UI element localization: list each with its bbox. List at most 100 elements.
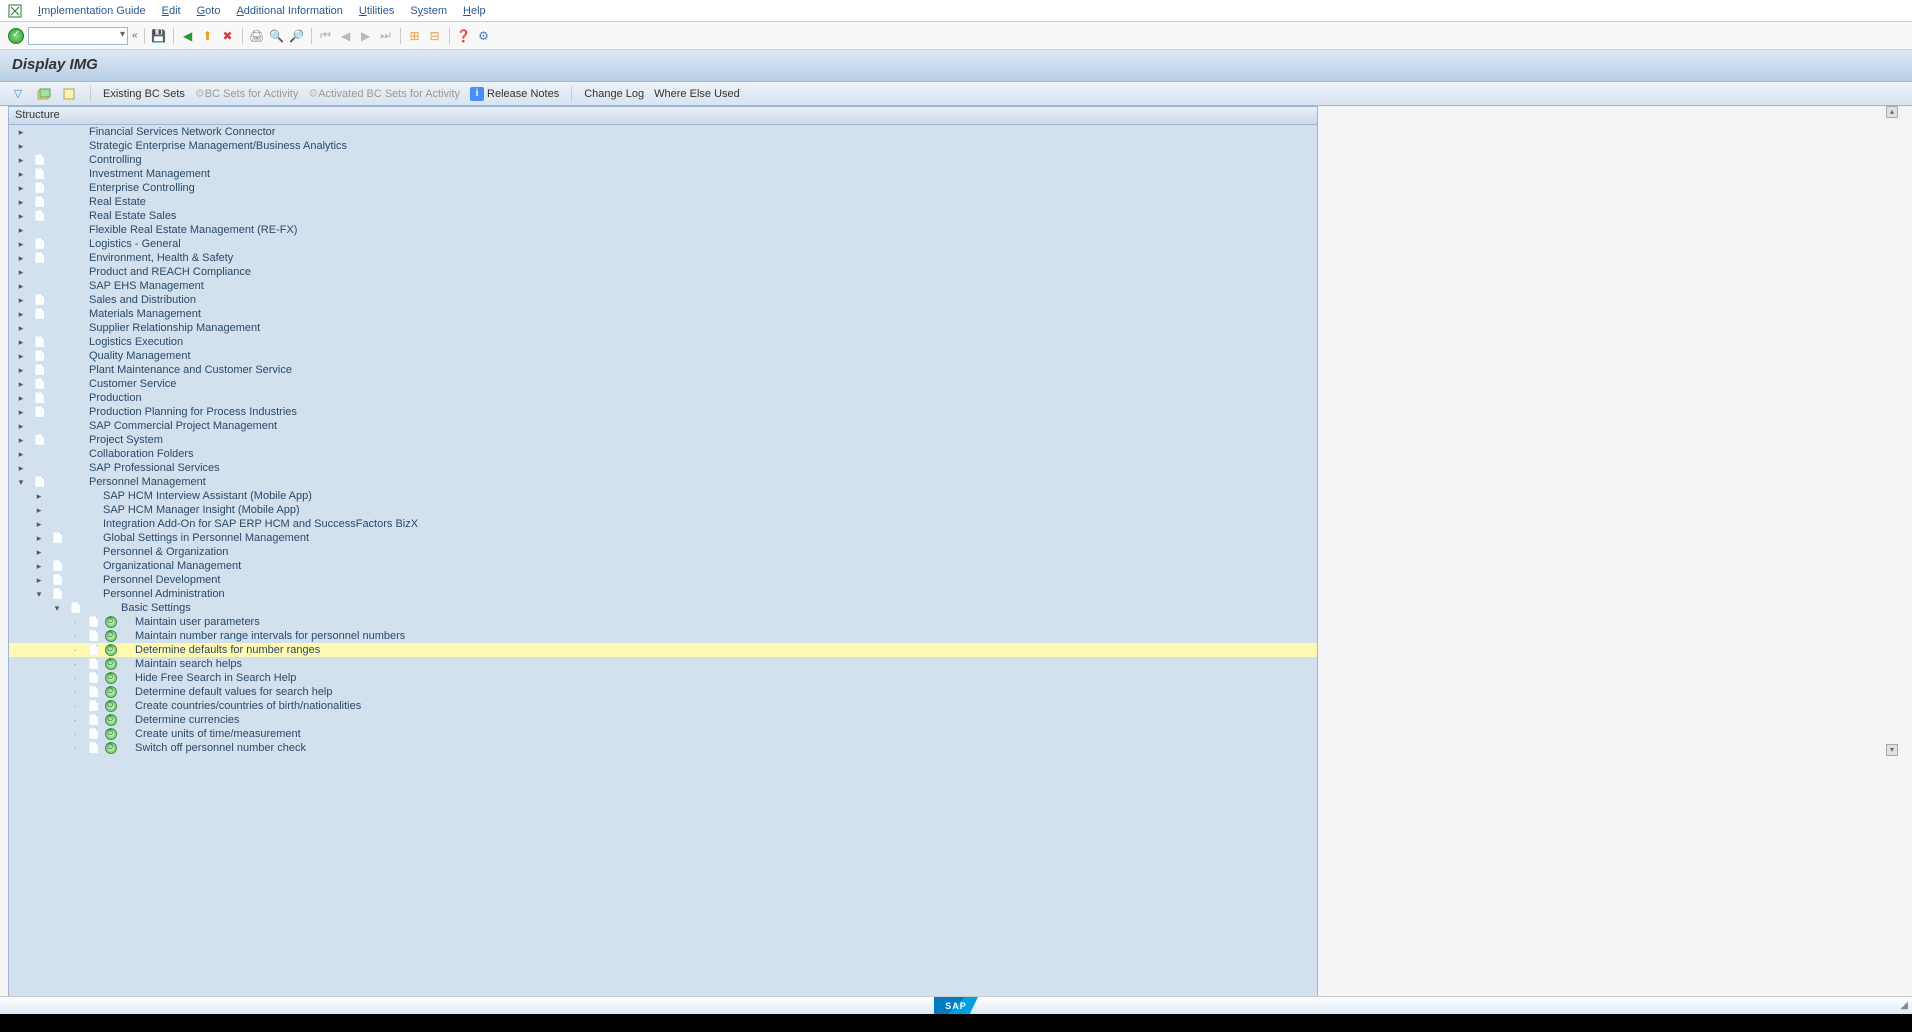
img-activity-doc-icon[interactable] [69, 602, 83, 614]
command-field[interactable] [28, 27, 128, 45]
expand-node-icon[interactable] [15, 351, 27, 362]
img-activity-doc-icon[interactable] [33, 476, 47, 488]
expand-node-icon[interactable] [15, 281, 27, 292]
img-activity-doc-icon[interactable] [33, 210, 47, 222]
expand-node-icon[interactable] [33, 491, 45, 502]
expand-node-icon[interactable] [15, 253, 27, 264]
expand-node-icon[interactable] [15, 323, 27, 334]
tree-row[interactable]: Strategic Enterprise Management/Business… [9, 139, 1317, 153]
where-else-link[interactable]: Where Else Used [654, 88, 740, 100]
img-activity-doc-icon[interactable] [33, 434, 47, 446]
expand-node-icon[interactable] [15, 197, 27, 208]
expand-all-icon[interactable]: ▽ [10, 87, 26, 101]
customize-icon[interactable]: ⚙ [476, 28, 492, 44]
save-icon[interactable]: 💾 [151, 28, 167, 44]
where-used-icon[interactable] [62, 87, 78, 101]
menu-utilities[interactable]: Utilities [359, 5, 394, 17]
cancel-icon[interactable]: ✖ [220, 28, 236, 44]
tree-row[interactable]: Materials Management [9, 307, 1317, 321]
expand-node-icon[interactable] [15, 127, 27, 138]
execute-activity-icon[interactable] [105, 742, 117, 754]
collapse-node-icon[interactable] [15, 477, 27, 488]
tree-row[interactable]: Production [9, 391, 1317, 405]
tree-row[interactable]: Customer Service [9, 377, 1317, 391]
execute-activity-icon[interactable] [105, 672, 117, 684]
img-activity-doc-icon[interactable] [87, 714, 101, 726]
tree-row[interactable]: Personnel Management [9, 475, 1317, 489]
img-activity-doc-icon[interactable] [33, 238, 47, 250]
tree-row[interactable]: Product and REACH Compliance [9, 265, 1317, 279]
img-activity-doc-icon[interactable] [33, 336, 47, 348]
img-activity-doc-icon[interactable] [51, 574, 65, 586]
tree-row[interactable]: SAP Commercial Project Management [9, 419, 1317, 433]
app-menu-icon[interactable] [8, 4, 22, 18]
expand-node-icon[interactable] [15, 337, 27, 348]
tree-row[interactable]: Enterprise Controlling [9, 181, 1317, 195]
execute-activity-icon[interactable] [105, 616, 117, 628]
first-page-icon[interactable]: ⏮ [318, 28, 334, 44]
img-activity-doc-icon[interactable] [87, 672, 101, 684]
menu-additional-information[interactable]: Additional Information [236, 5, 342, 17]
existing-bc-sets-link[interactable]: Existing BC Sets [103, 88, 185, 100]
tree-row[interactable]: Flexible Real Estate Management (RE-FX) [9, 223, 1317, 237]
expand-node-icon[interactable] [15, 295, 27, 306]
tree-row[interactable]: Maintain search helps [9, 657, 1317, 671]
execute-activity-icon[interactable] [105, 644, 117, 656]
img-activity-doc-icon[interactable] [87, 728, 101, 740]
expand-node-icon[interactable] [15, 421, 27, 432]
expand-node-icon[interactable] [33, 519, 45, 530]
expand-node-icon[interactable] [15, 169, 27, 180]
img-activity-doc-icon[interactable] [51, 560, 65, 572]
tree-row[interactable]: Personnel Administration [9, 587, 1317, 601]
expand-node-icon[interactable] [33, 561, 45, 572]
scroll-down-icon[interactable]: ▾ [1886, 744, 1898, 756]
tree-row[interactable]: Investment Management [9, 167, 1317, 181]
menu-implementation-guide[interactable]: IImplementation Guidemplementation Guide [38, 5, 146, 17]
img-activity-doc-icon[interactable] [87, 644, 101, 656]
img-activity-doc-icon[interactable] [33, 308, 47, 320]
expand-node-icon[interactable] [15, 393, 27, 404]
tree-row[interactable]: Financial Services Network Connector [9, 125, 1317, 139]
back-icon[interactable]: ◀ [180, 28, 196, 44]
expand-node-icon[interactable] [33, 505, 45, 516]
img-activity-doc-icon[interactable] [33, 294, 47, 306]
expand-node-icon[interactable] [33, 533, 45, 544]
expand-node-icon[interactable] [15, 435, 27, 446]
tree-row[interactable]: Organizational Management [9, 559, 1317, 573]
change-log-link[interactable]: Change Log [584, 88, 644, 100]
expand-node-icon[interactable] [15, 225, 27, 236]
img-activity-doc-icon[interactable] [33, 252, 47, 264]
execute-activity-icon[interactable] [105, 658, 117, 670]
tree-row[interactable]: Determine currencies [9, 713, 1317, 727]
img-activity-doc-icon[interactable] [33, 406, 47, 418]
img-activity-doc-icon[interactable] [33, 182, 47, 194]
prev-page-icon[interactable]: ◀ [338, 28, 354, 44]
help-icon[interactable]: ❓ [456, 28, 472, 44]
expand-node-icon[interactable] [15, 365, 27, 376]
img-activity-doc-icon[interactable] [87, 700, 101, 712]
expand-node-icon[interactable] [15, 379, 27, 390]
img-activity-doc-icon[interactable] [51, 532, 65, 544]
last-page-icon[interactable]: ⏭ [378, 28, 394, 44]
img-activity-doc-icon[interactable] [87, 742, 101, 754]
execute-activity-icon[interactable] [105, 700, 117, 712]
tree-row[interactable]: Basic Settings [9, 601, 1317, 615]
exit-icon[interactable]: ⬆ [200, 28, 216, 44]
tree-row[interactable]: SAP HCM Manager Insight (Mobile App) [9, 503, 1317, 517]
expand-node-icon[interactable] [15, 183, 27, 194]
img-activity-doc-icon[interactable] [33, 350, 47, 362]
next-page-icon[interactable]: ▶ [358, 28, 374, 44]
expand-node-icon[interactable] [15, 407, 27, 418]
create-shortcut-icon[interactable]: ⊟ [427, 28, 443, 44]
expand-node-icon[interactable] [15, 155, 27, 166]
tree-row[interactable]: Create units of time/measurement [9, 727, 1317, 741]
scroll-up-icon[interactable]: ▴ [1886, 106, 1898, 118]
img-activity-doc-icon[interactable] [33, 364, 47, 376]
tree-row[interactable]: Real Estate Sales [9, 209, 1317, 223]
menu-edit[interactable]: Edit [162, 5, 181, 17]
release-notes-link[interactable]: i Release Notes [470, 87, 559, 101]
img-activity-doc-icon[interactable] [51, 588, 65, 600]
img-activity-doc-icon[interactable] [33, 196, 47, 208]
tree-row[interactable]: Logistics Execution [9, 335, 1317, 349]
tree-row[interactable]: Global Settings in Personnel Management [9, 531, 1317, 545]
